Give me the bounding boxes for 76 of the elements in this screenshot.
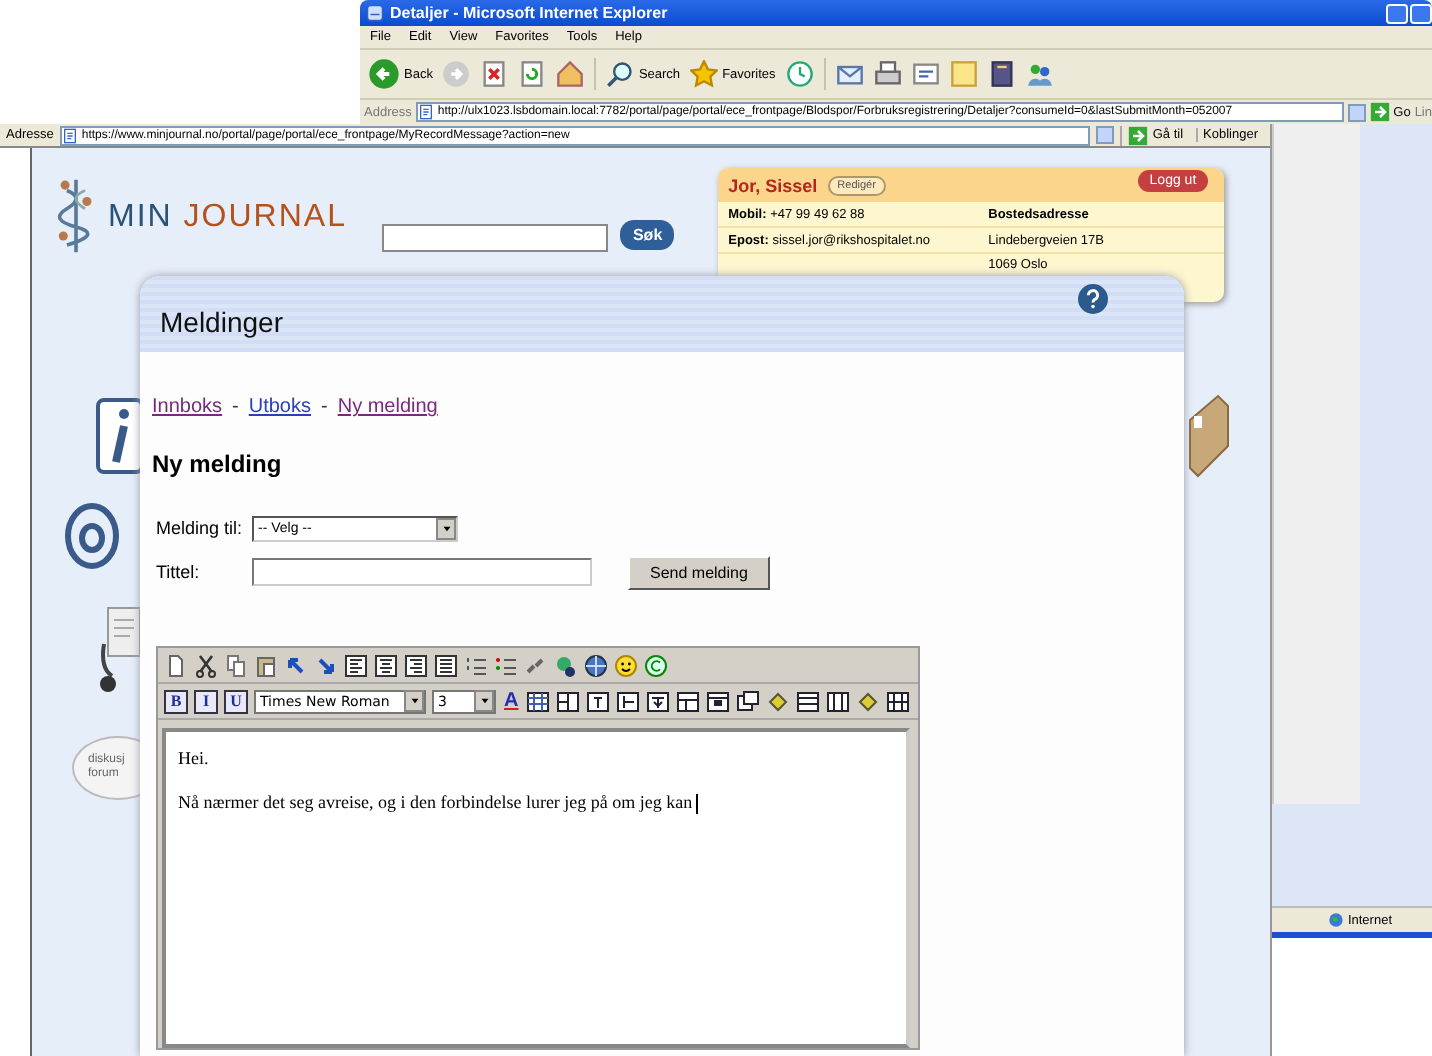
- edit-icon[interactable]: [911, 60, 940, 88]
- field-label: Tittel:: [156, 562, 202, 582]
- stop-icon[interactable]: [480, 60, 509, 88]
- align-center-icon[interactable]: [374, 653, 398, 677]
- people-icon[interactable]: [1025, 60, 1054, 88]
- send-button[interactable]: Send melding: [628, 555, 770, 589]
- nav-link[interactable]: Innboks: [152, 396, 223, 418]
- table-icon[interactable]: [526, 689, 551, 713]
- format-button[interactable]: B: [164, 689, 188, 713]
- page-icon: [61, 127, 78, 143]
- logo-text: MIN JOURNAL: [108, 198, 347, 236]
- tag-icon[interactable]: [766, 689, 791, 713]
- separator-text: -: [321, 396, 328, 418]
- copy-icon[interactable]: [224, 653, 248, 677]
- numbered-list-icon[interactable]: [464, 653, 488, 677]
- globe-icon[interactable]: [584, 653, 608, 677]
- new-page-icon[interactable]: [164, 653, 188, 677]
- table-grid-icon[interactable]: [676, 689, 701, 713]
- search-field[interactable]: [382, 224, 609, 252]
- paste-icon[interactable]: [254, 653, 278, 677]
- search-button[interactable]: Søk: [620, 220, 675, 250]
- page-heading: Ny melding: [152, 450, 284, 478]
- help-icon[interactable]: [1078, 284, 1108, 314]
- format-button[interactable]: U: [224, 689, 248, 713]
- maximize-button[interactable]: [1410, 3, 1432, 23]
- field-label: Melding til:: [156, 518, 245, 538]
- cut-icon[interactable]: [194, 653, 218, 677]
- title-field[interactable]: [252, 558, 592, 586]
- globe-icon: [1327, 912, 1344, 928]
- smiley-icon[interactable]: [614, 653, 638, 677]
- minimize-button[interactable]: [1386, 3, 1408, 23]
- align-left-icon[interactable]: [344, 653, 368, 677]
- window-icon[interactable]: [736, 689, 761, 713]
- table-column-icon[interactable]: [586, 689, 611, 713]
- dropdown-arrow-icon: [477, 694, 491, 708]
- nav-link[interactable]: Ny melding: [337, 396, 438, 418]
- message-paragraph: Hei.: [178, 748, 211, 768]
- window-title: Detaljer - Microsoft Internet Explorer: [390, 4, 668, 22]
- info-icon[interactable]: [94, 396, 146, 476]
- redo-icon[interactable]: [314, 653, 338, 677]
- message-paragraph: Nå nærmer det seg avreise, og i den forbindelse lurer jeg på om jeg kan: [178, 792, 894, 814]
- justify-icon[interactable]: [434, 653, 458, 677]
- copyright-icon[interactable]: [644, 653, 668, 677]
- message-body-field[interactable]: Hei. Nå nærmer det seg avreise, og i den forbindelse lurer jeg på om jeg kan: [162, 728, 910, 1048]
- star-icon: [690, 60, 719, 88]
- table-header-icon[interactable]: [706, 689, 731, 713]
- table-row-icon[interactable]: [616, 689, 641, 713]
- go-arrow-icon: [1128, 125, 1149, 145]
- insert-row-icon[interactable]: [796, 689, 821, 713]
- caduceus-logo-icon: [56, 176, 96, 256]
- search-icon: [606, 60, 635, 88]
- insert-column-icon[interactable]: [826, 689, 851, 713]
- tag-icon[interactable]: [856, 689, 881, 713]
- history-icon[interactable]: [785, 60, 814, 88]
- user-name: Jor, Sissel: [728, 175, 818, 195]
- table-split-icon[interactable]: [646, 689, 671, 713]
- go-arrow-icon: [1369, 102, 1390, 122]
- font-color-button[interactable]: A: [502, 690, 521, 712]
- table-cells-icon[interactable]: [556, 689, 581, 713]
- bullet-list-icon[interactable]: [494, 653, 518, 677]
- home-icon[interactable]: [556, 60, 585, 88]
- dropdown-arrow-icon: [407, 694, 421, 708]
- align-right-icon[interactable]: [404, 653, 428, 677]
- nav-link[interactable]: Utboks: [248, 396, 311, 418]
- undo-icon[interactable]: [284, 653, 308, 677]
- separator-text: -: [232, 396, 239, 418]
- delete-column-icon[interactable]: [886, 689, 911, 713]
- browser-icon: [366, 4, 384, 22]
- format-button[interactable]: I: [194, 689, 218, 713]
- link-icon[interactable]: [524, 653, 548, 677]
- print-icon[interactable]: [873, 60, 902, 88]
- dialog-title: Meldinger: [160, 304, 283, 338]
- dropdown-arrow-icon: [439, 521, 453, 535]
- mail-icon[interactable]: [835, 60, 864, 88]
- page-icon: [417, 104, 434, 120]
- refresh-icon[interactable]: [518, 60, 547, 88]
